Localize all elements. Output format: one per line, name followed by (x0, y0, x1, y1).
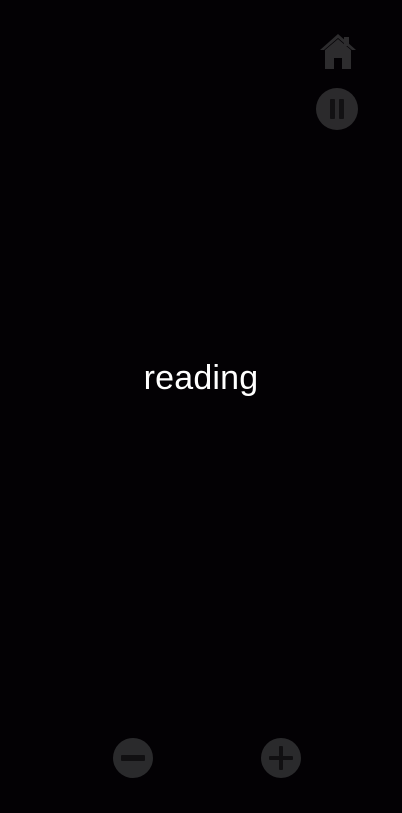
plus-icon (269, 746, 293, 770)
minus-icon (121, 755, 145, 761)
home-icon (320, 34, 356, 69)
increase-speed-button[interactable] (261, 738, 301, 778)
decrease-speed-button[interactable] (113, 738, 153, 778)
pause-button[interactable] (316, 88, 358, 130)
home-button[interactable] (318, 32, 358, 72)
pause-icon (330, 99, 344, 119)
current-word: reading (143, 359, 259, 397)
reader-screen: reading (0, 0, 402, 813)
